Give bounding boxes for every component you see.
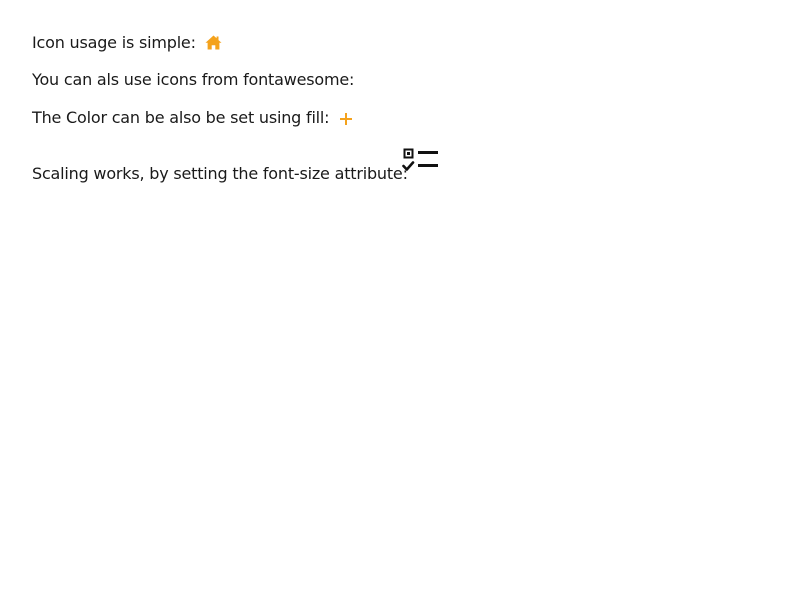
tasks-icon	[402, 148, 439, 175]
fontawesome-line: You can als use icons from fontawesome:	[32, 70, 354, 90]
color-fill-line: The Color can be also be set using fill:	[32, 108, 353, 128]
fontawesome-text: You can als use icons from fontawesome:	[32, 70, 355, 89]
scaling-line: Scaling works, by setting the font-size …	[32, 164, 408, 184]
page-content: Icon usage is simple: You can als use ic…	[0, 0, 800, 600]
icon-usage-line: Icon usage is simple:	[32, 33, 222, 53]
plus-icon	[339, 111, 353, 125]
scaling-text: Scaling works, by setting the font-size …	[32, 164, 408, 183]
icon-usage-text: Icon usage is simple:	[32, 33, 196, 52]
color-fill-text: The Color can be also be set using fill:	[32, 108, 330, 127]
home-icon	[205, 35, 222, 50]
